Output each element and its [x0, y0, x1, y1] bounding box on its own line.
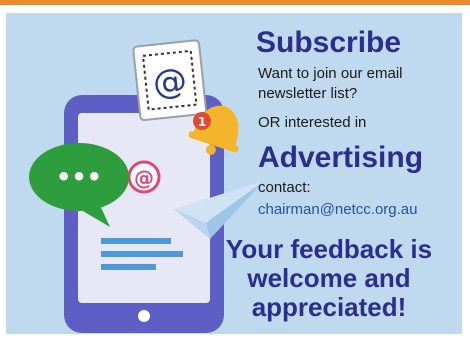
feedback-line-3: appreciated!	[251, 292, 407, 322]
feedback-message: Your feedback is welcome and appreciated…	[202, 235, 456, 322]
contact-email-link[interactable]: chairman@netcc.org.au	[258, 201, 417, 218]
chat-dots-text: •••	[56, 163, 102, 191]
promo-card: @ ••• @ 1 Subscribe Want to join our ema…	[6, 13, 462, 334]
feedback-line-2: welcome and	[247, 263, 411, 293]
notification-badge: 1	[193, 112, 211, 130]
subscribe-heading: Subscribe	[256, 26, 402, 59]
or-interested-line: OR interested in	[258, 114, 367, 131]
stamp-at-text: @	[151, 61, 189, 104]
top-accent-rule	[0, 0, 470, 5]
at-sign-circle-icon: @	[127, 160, 161, 194]
feedback-line-1: Your feedback is	[225, 234, 433, 264]
subscribe-line-2: newsletter list?	[258, 85, 358, 102]
advertising-heading: Advertising	[258, 141, 424, 174]
subscribe-line-1: Want to join our email	[258, 65, 403, 82]
promo-panel: @ ••• @ 1 Subscribe Want to join our ema…	[0, 0, 470, 338]
at-sign-text: @	[134, 166, 154, 190]
contact-label: contact:	[258, 179, 311, 196]
badge-count: 1	[198, 115, 206, 129]
at-stamp-icon: @	[132, 39, 207, 122]
